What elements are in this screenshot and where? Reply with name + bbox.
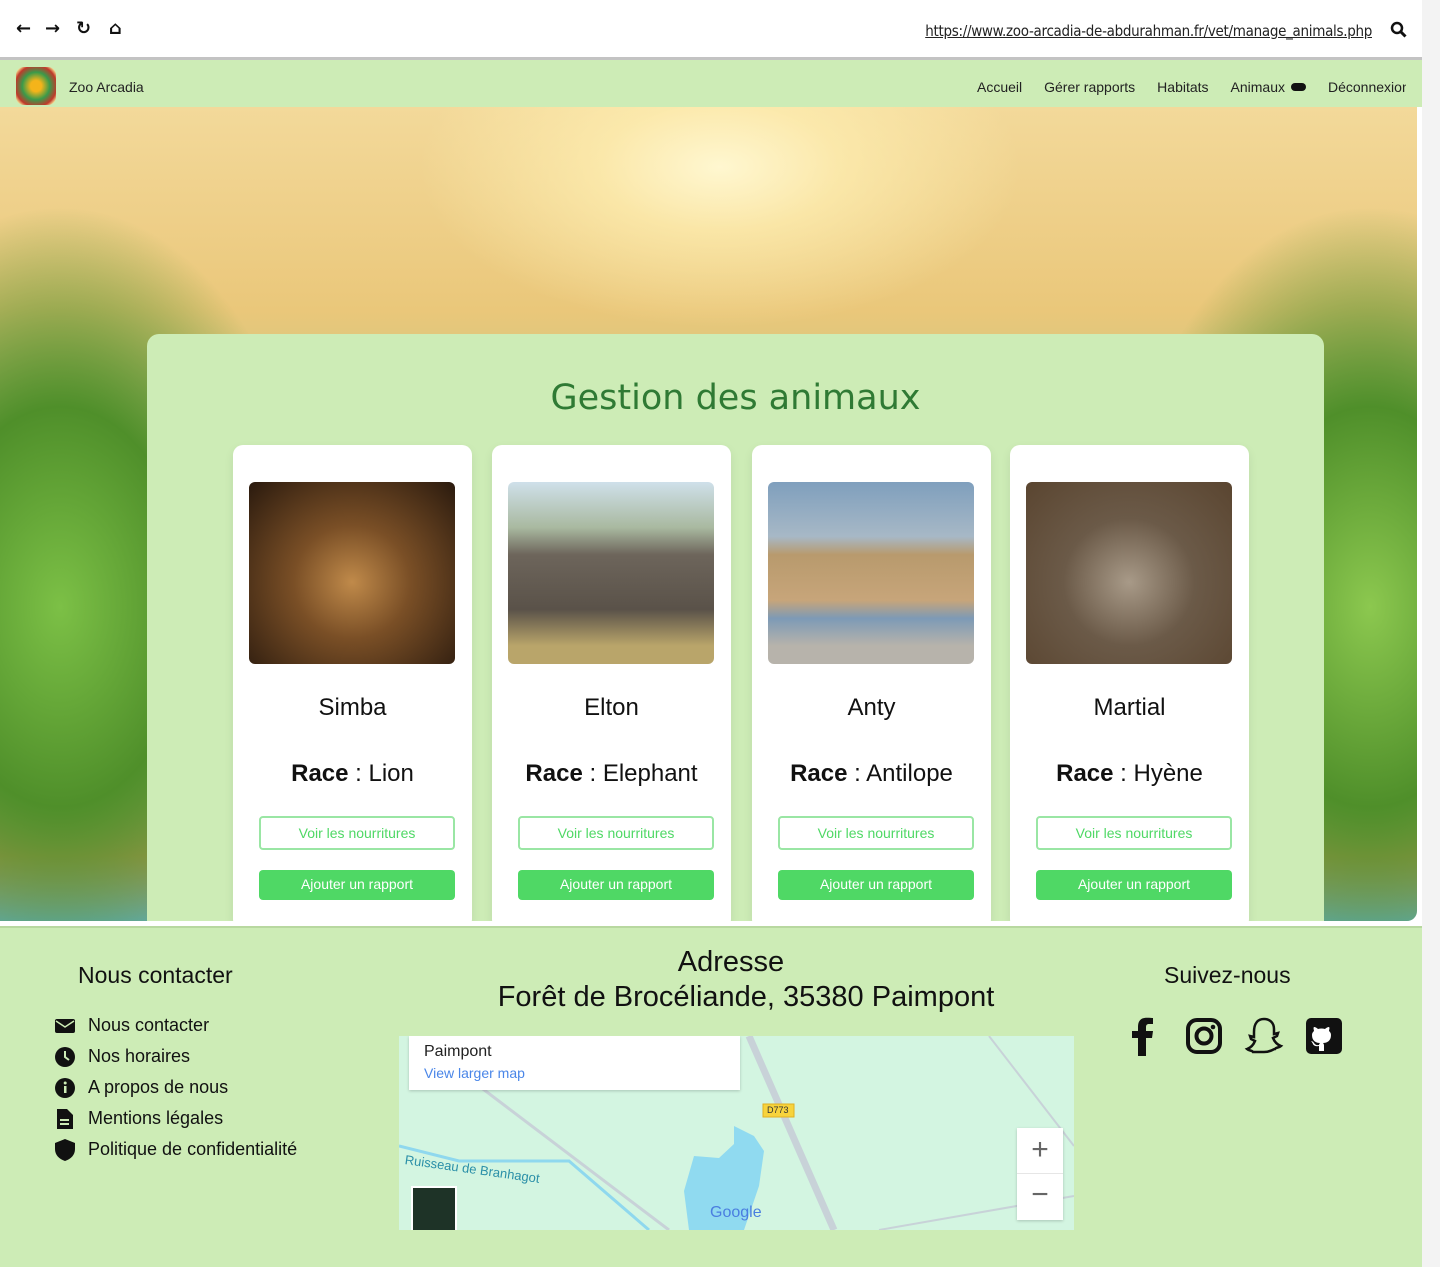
nav-accueil[interactable]: Accueil <box>977 79 1022 95</box>
snapchat-icon[interactable] <box>1244 1016 1284 1056</box>
animal-race: Race : Hyène <box>1056 760 1203 787</box>
nav-deconnexion[interactable]: Déconnexion <box>1328 79 1406 95</box>
link-label: Politique de confidentialité <box>88 1139 298 1159</box>
race-label: Race <box>525 760 583 787</box>
link-label: Mentions légales <box>88 1108 224 1128</box>
follow-title: Suivez-nous <box>1164 962 1291 988</box>
google-map[interactable]: D773 Ruisseau de Branhagot Google Paimpo… <box>399 1036 1074 1230</box>
add-report-button[interactable]: Ajouter un rapport <box>518 870 714 900</box>
animal-race: Race : Antilope <box>790 760 953 787</box>
elephant-image <box>508 482 714 664</box>
facebook-icon[interactable] <box>1124 1016 1164 1056</box>
instagram-icon[interactable] <box>1184 1016 1224 1056</box>
animal-card: Simba Race : Lion Voir les nourritures A… <box>233 445 472 921</box>
browser-toolbar: ← → ↻ ⌂ https://www.zoo-arcadia-de-abdur… <box>0 0 1422 60</box>
footer: Nous contacter Nous contacter Nos horair… <box>0 926 1422 1267</box>
arrow-left-icon[interactable]: ← <box>16 18 31 39</box>
page-scrollbar[interactable] <box>1422 0 1440 1267</box>
nav-habitats[interactable]: Habitats <box>1157 79 1208 95</box>
zoom-controls: + − <box>1017 1128 1063 1220</box>
animal-name: Anty <box>847 694 896 721</box>
link-label: A propos de nous <box>88 1077 229 1097</box>
race-value: Antilope <box>866 760 953 787</box>
home-icon[interactable]: ⌂ <box>109 18 122 39</box>
race-label: Race <box>790 760 848 787</box>
animal-card: Elton Race : Elephant Voir les nourritur… <box>492 445 731 921</box>
search-icon[interactable] <box>1390 21 1407 38</box>
map-info-card: Paimpont View larger map <box>409 1036 740 1090</box>
view-food-button[interactable]: Voir les nourritures <box>1036 816 1232 850</box>
add-report-button[interactable]: Ajouter un rapport <box>259 870 455 900</box>
view-food-button[interactable]: Voir les nourritures <box>259 816 455 850</box>
map-place: Paimpont <box>424 1043 492 1060</box>
about-link[interactable]: A propos de nous <box>54 1072 297 1103</box>
animal-race: Race : Elephant <box>525 760 698 787</box>
legal-link[interactable]: Mentions légales <box>54 1103 297 1134</box>
github-icon[interactable] <box>1304 1016 1344 1056</box>
lion-image <box>249 482 455 664</box>
page-title: Gestion des animaux <box>550 378 921 418</box>
reload-icon[interactable]: ↻ <box>76 18 91 39</box>
google-logo: Google <box>710 1204 762 1221</box>
animal-name: Elton <box>584 694 639 721</box>
zoo-logo[interactable] <box>16 67 56 105</box>
shield-icon <box>54 1138 76 1161</box>
toggle-icon <box>1291 83 1306 91</box>
view-food-button[interactable]: Voir les nourritures <box>778 816 974 850</box>
antelope-image <box>768 482 974 664</box>
privacy-link[interactable]: Politique de confidentialité <box>54 1134 297 1165</box>
animal-race: Race : Lion <box>291 760 414 787</box>
race-label: Race <box>1056 760 1114 787</box>
animal-card: Anty Race : Antilope Voir les nourriture… <box>752 445 991 921</box>
info-icon <box>54 1077 76 1099</box>
animal-name: Martial <box>1093 694 1166 721</box>
animal-card: Martial Race : Hyène Voir les nourriture… <box>1010 445 1249 921</box>
clock-icon <box>54 1046 76 1068</box>
envelope-icon <box>54 1015 76 1037</box>
zoom-out-button[interactable]: − <box>1017 1174 1063 1220</box>
arrow-right-icon[interactable]: → <box>45 18 60 39</box>
add-report-button[interactable]: Ajouter un rapport <box>1036 870 1232 900</box>
contact-link[interactable]: Nous contacter <box>54 1010 297 1041</box>
nav-gerer-rapports[interactable]: Gérer rapports <box>1044 79 1135 95</box>
animals-panel: Gestion des animaux Simba Race : Lion Vo… <box>147 334 1324 921</box>
link-label: Nos horaires <box>88 1046 191 1066</box>
hyena-image <box>1026 482 1232 664</box>
nav-animaux-label: Animaux <box>1230 79 1285 95</box>
race-value: Hyène <box>1133 760 1203 787</box>
address-bar[interactable]: https://www.zoo-arcadia-de-abdurahman.fr… <box>925 22 1372 40</box>
race-value: Lion <box>368 760 414 787</box>
view-food-button[interactable]: Voir les nourritures <box>518 816 714 850</box>
hero-background: Gestion des animaux Simba Race : Lion Vo… <box>0 107 1417 921</box>
link-label: Nous contacter <box>88 1015 210 1035</box>
add-report-button[interactable]: Ajouter un rapport <box>778 870 974 900</box>
zoom-in-button[interactable]: + <box>1017 1128 1063 1174</box>
satellite-toggle[interactable] <box>411 1186 457 1230</box>
race-value: Elephant <box>602 760 698 787</box>
race-label: Race <box>291 760 349 787</box>
hours-link[interactable]: Nos horaires <box>54 1041 297 1072</box>
view-larger-map-link[interactable]: View larger map <box>424 1065 525 1081</box>
road-label: D773 <box>767 1105 789 1115</box>
document-icon <box>54 1108 76 1130</box>
navbar: Zoo Arcadia Accueil Gérer rapports Habit… <box>0 60 1422 107</box>
animal-name: Simba <box>318 694 387 721</box>
nav-animaux[interactable]: Animaux <box>1231 79 1306 95</box>
brand-name[interactable]: Zoo Arcadia <box>69 79 144 95</box>
